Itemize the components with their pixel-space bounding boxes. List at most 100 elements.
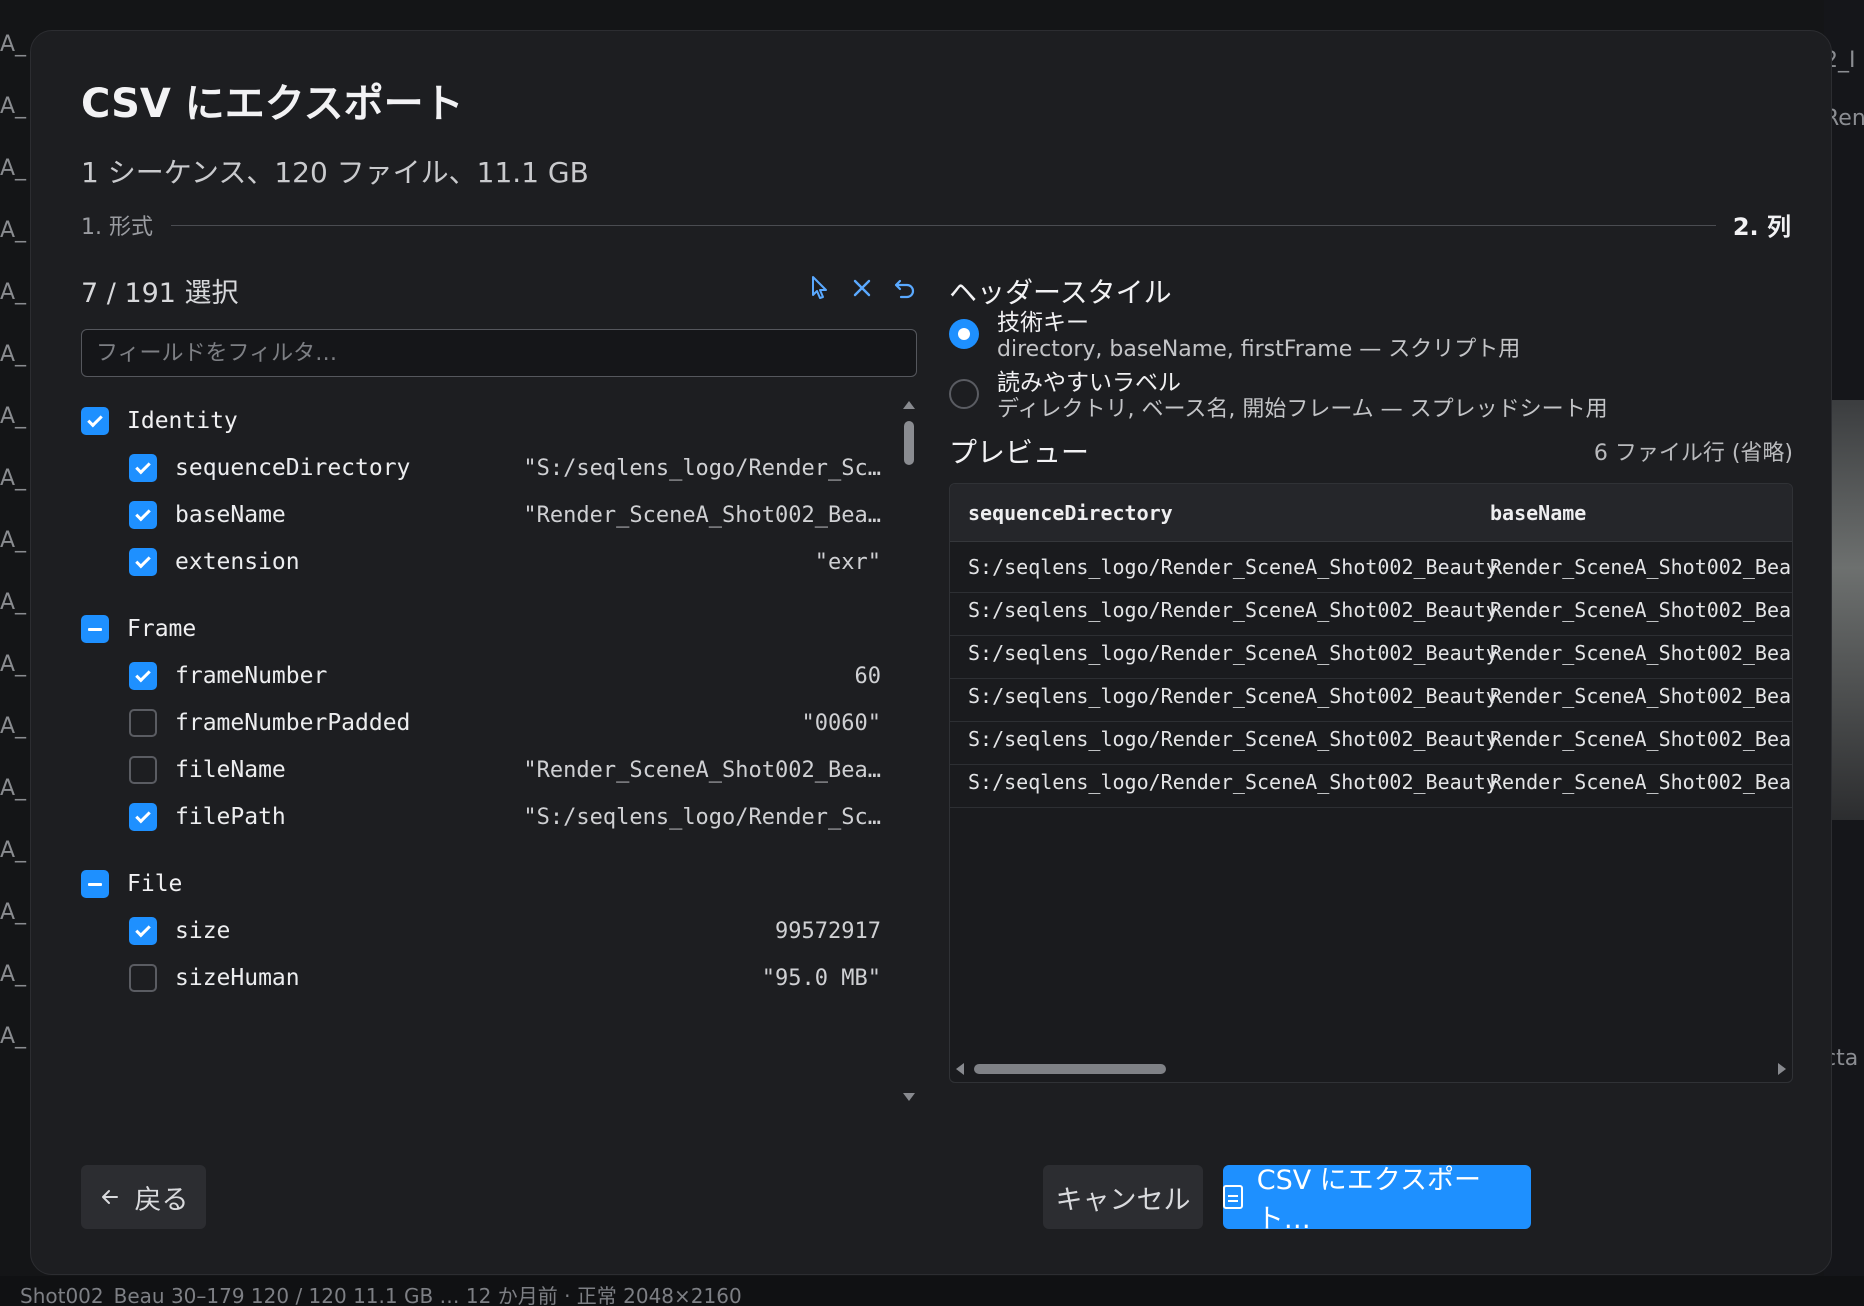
group-label: Frame [127, 616, 197, 642]
dialog-title: CSV にエクスポート [81, 81, 464, 127]
field-checkbox[interactable] [129, 803, 157, 831]
field-row-frameNumber[interactable]: frameNumber 60 [81, 656, 881, 696]
group-frame[interactable]: Frame [81, 609, 881, 649]
scroll-up-arrow-icon[interactable] [903, 401, 915, 409]
header-option-readable[interactable]: 読みやすいラベル ディレクトリ, ベース名, 開始フレーム — スプレッドシート… [949, 363, 1793, 423]
scroll-down-arrow-icon[interactable] [903, 1093, 915, 1101]
field-checkbox[interactable] [129, 548, 157, 576]
step-divider [171, 225, 1716, 226]
clear-x-icon[interactable] [849, 275, 875, 301]
check-icon [135, 807, 151, 824]
fields-panel: 7 / 191 選択 Identity sequenceDirectory "S [81, 271, 917, 1131]
field-checkbox[interactable] [129, 501, 157, 529]
cancel-button[interactable]: キャンセル [1043, 1165, 1203, 1229]
dialog-subtitle: 1 シーケンス、120 ファイル、11.1 GB [81, 156, 589, 189]
field-sample-value: 60 [854, 663, 882, 689]
table-cell: S:/seqlens_logo/Render_SceneA_Shot002_Be… [968, 770, 1498, 794]
field-row-baseName[interactable]: baseName "Render_SceneA_Shot002_Bea… [81, 495, 881, 535]
check-icon [87, 411, 103, 428]
back-button-label: 戻る [134, 1184, 189, 1216]
group-label: File [127, 871, 183, 897]
radio-readable-labels[interactable] [949, 379, 979, 409]
field-checkbox[interactable] [129, 756, 157, 784]
field-sample-value: "Render_SceneA_Shot002_Bea… [523, 757, 881, 783]
field-name: frameNumber [175, 663, 328, 689]
group-checkbox-frame[interactable] [81, 615, 109, 643]
scrollbar-thumb[interactable] [904, 421, 914, 465]
header-option-technical[interactable]: 技術キー directory, baseName, firstFrame — ス… [949, 303, 1793, 363]
field-checkbox[interactable] [129, 662, 157, 690]
field-name: size [175, 918, 231, 944]
scroll-left-arrow-icon[interactable] [956, 1063, 964, 1075]
field-list-scrollbar[interactable] [903, 401, 917, 1101]
preview-horizontal-scrollbar[interactable] [954, 1060, 1788, 1078]
export-button-label: CSV にエクスポート… [1256, 1165, 1481, 1235]
minus-icon [88, 627, 102, 631]
field-name: sizeHuman [175, 965, 300, 991]
stepper: 1. 形式 2. 列 [81, 209, 1791, 249]
field-name: extension [175, 549, 300, 575]
selection-count: 7 / 191 選択 [81, 278, 239, 309]
cancel-button-label: キャンセル [1055, 1184, 1191, 1216]
scroll-right-arrow-icon[interactable] [1778, 1063, 1786, 1075]
field-name: fileName [175, 757, 286, 783]
field-name: baseName [175, 502, 286, 528]
field-sample-value: "S:/seqlens_logo/Render_Sc… [523, 455, 881, 481]
undo-icon[interactable] [891, 275, 917, 301]
field-checkbox[interactable] [129, 454, 157, 482]
field-row-size[interactable]: size 99572917 [81, 911, 881, 951]
group-identity[interactable]: Identity [81, 401, 881, 441]
cursor-select-icon[interactable] [807, 275, 833, 301]
field-row-extension[interactable]: extension "exr" [81, 542, 881, 582]
radio-technical-keys[interactable] [949, 319, 979, 349]
column-header: sequenceDirectory [968, 501, 1173, 525]
field-sample-value: "S:/seqlens_logo/Render_Sc… [523, 804, 881, 830]
field-row-sizeHuman[interactable]: sizeHuman "95.0 MB" [81, 958, 881, 998]
field-checkbox[interactable] [129, 709, 157, 737]
export-csv-button[interactable]: CSV にエクスポート… [1223, 1165, 1531, 1235]
field-checkbox[interactable] [129, 964, 157, 992]
preview-row-count: 6 ファイル行 (省略) [1593, 441, 1793, 466]
group-checkbox-file[interactable] [81, 870, 109, 898]
preview-title: プレビュー [949, 436, 1090, 469]
field-row-sequenceDirectory[interactable]: sequenceDirectory "S:/seqlens_logo/Rende… [81, 448, 881, 488]
check-icon [135, 458, 151, 475]
field-sample-value: 99572917 [775, 918, 881, 944]
selection-tools [807, 275, 917, 301]
scrollbar-thumb[interactable] [974, 1064, 1166, 1074]
field-sample-value: "95.0 MB" [761, 965, 881, 991]
group-file[interactable]: File [81, 864, 881, 904]
arrow-left-icon [101, 1190, 118, 1204]
option-description: directory, baseName, firstFrame — スクリプト用 [997, 337, 1521, 362]
group-label: Identity [127, 408, 238, 434]
options-panel: ヘッダースタイル 技術キー directory, baseName, first… [949, 271, 1793, 1171]
check-icon [135, 552, 151, 569]
back-button[interactable]: 戻る [81, 1165, 206, 1229]
table-header: sequenceDirectory baseName [950, 484, 1792, 542]
step-columns[interactable]: 2. 列 [1733, 207, 1791, 242]
table-row: S:/seqlens_logo/Render_SceneA_Shot002_Be… [950, 757, 1792, 808]
field-name: filePath [175, 804, 286, 830]
field-name: frameNumberPadded [175, 710, 411, 736]
field-list: Identity sequenceDirectory "S:/seqlens_l… [81, 401, 917, 1101]
field-sample-value: "0060" [801, 710, 881, 736]
preview-table: sequenceDirectory baseName S:/seqlens_lo… [949, 483, 1793, 1083]
field-name: sequenceDirectory [175, 455, 411, 481]
option-description: ディレクトリ, ベース名, 開始フレーム — スプレッドシート用 [997, 397, 1608, 422]
field-sample-value: "Render_SceneA_Shot002_Bea… [523, 502, 881, 528]
background-status-row: Shot002_Beau 30–179 120 / 120 11.1 GB … … [0, 1276, 1864, 1306]
export-csv-dialog: CSV にエクスポート 1 シーケンス、120 ファイル、11.1 GB 1. … [30, 30, 1832, 1275]
field-filter-input[interactable] [81, 329, 917, 377]
field-row-filePath[interactable]: filePath "S:/seqlens_logo/Render_Sc… [81, 797, 881, 837]
field-row-frameNumberPadded[interactable]: frameNumberPadded "0060" [81, 703, 881, 743]
step-format[interactable]: 1. 形式 [81, 209, 153, 241]
field-row-fileName[interactable]: fileName "Render_SceneA_Shot002_Bea… [81, 750, 881, 790]
field-sample-value: "exr" [814, 549, 881, 575]
group-checkbox-identity[interactable] [81, 407, 109, 435]
document-icon [1223, 1185, 1243, 1209]
field-checkbox[interactable] [129, 917, 157, 945]
check-icon [135, 666, 151, 683]
table-cell: Render_SceneA_Shot002_Beauty [1490, 770, 1792, 794]
minus-icon [88, 882, 102, 886]
check-icon [135, 921, 151, 938]
